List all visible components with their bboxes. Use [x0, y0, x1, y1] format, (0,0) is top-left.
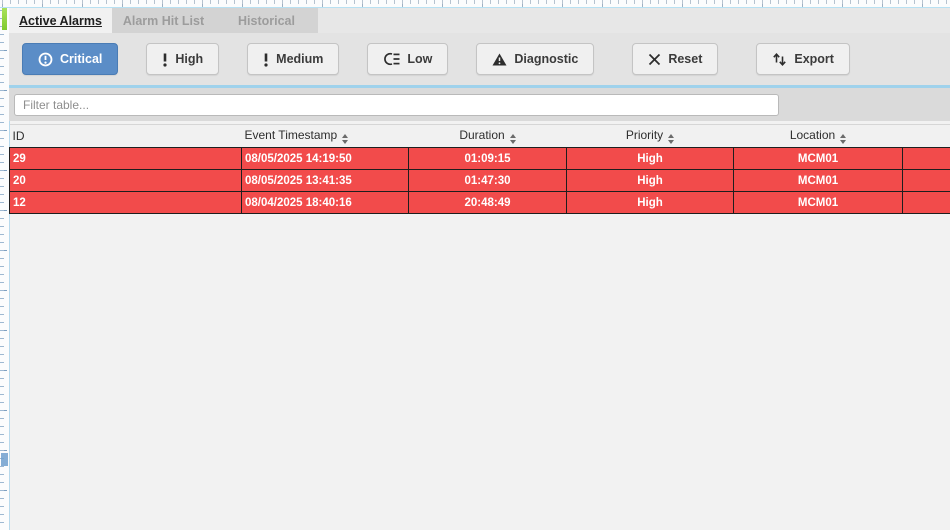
- horizontal-ruler: [0, 0, 950, 8]
- cell-priority: High: [567, 148, 734, 170]
- warning-triangle-icon: [492, 53, 507, 66]
- cell-id: 12: [10, 192, 242, 214]
- cell-duration: 01:09:15: [409, 148, 567, 170]
- column-header-duration[interactable]: Duration: [409, 125, 567, 148]
- cell-timestamp: 08/05/2025 14:19:50: [242, 148, 409, 170]
- close-x-icon: [648, 53, 661, 66]
- cell-priority: High: [567, 170, 734, 192]
- critical-filter-button[interactable]: Critical: [22, 43, 118, 75]
- diagnostic-filter-button[interactable]: Diagnostic: [476, 43, 594, 75]
- main-panel: Active Alarms Alarm Hit List Historical: [9, 8, 950, 530]
- button-label: Low: [407, 52, 432, 66]
- column-label: Duration: [459, 128, 504, 142]
- button-label: High: [175, 52, 203, 66]
- filter-row: [9, 88, 950, 121]
- cell-extra: [903, 148, 950, 170]
- cell-location: MCM01: [734, 170, 903, 192]
- column-header-extra: [903, 125, 950, 148]
- column-header-priority[interactable]: Priority: [567, 125, 734, 148]
- tab-alarm-hit-list[interactable]: Alarm Hit List: [112, 8, 215, 33]
- sort-icon: [840, 134, 846, 144]
- tab-label: Historical: [238, 14, 295, 28]
- cell-duration: 01:47:30: [409, 170, 567, 192]
- low-filter-button[interactable]: Low: [367, 43, 448, 75]
- exclamation-icon: [263, 52, 269, 67]
- cell-location: MCM01: [734, 148, 903, 170]
- cell-extra: [903, 192, 950, 214]
- exclamation-circle-icon: [38, 52, 53, 67]
- cell-duration: 20:48:49: [409, 192, 567, 214]
- column-label: Priority: [626, 128, 663, 142]
- tab-bar: Active Alarms Alarm Hit List Historical: [9, 8, 950, 33]
- column-header-location[interactable]: Location: [734, 125, 903, 148]
- sort-icon: [510, 134, 516, 144]
- filter-table-input[interactable]: [14, 94, 779, 116]
- filter-toolbar: Critical High Medium: [9, 33, 950, 88]
- column-label: Location: [790, 128, 835, 142]
- cell-id: 29: [10, 148, 242, 170]
- cell-id: 20: [10, 170, 242, 192]
- medium-filter-button[interactable]: Medium: [247, 43, 339, 75]
- column-header-id[interactable]: ID: [10, 125, 242, 148]
- exclamation-icon: [162, 52, 168, 67]
- cell-timestamp: 08/04/2025 18:40:16: [242, 192, 409, 214]
- table-header-row: ID Event Timestamp Duration Priority Loc: [10, 125, 950, 148]
- button-label: Export: [794, 52, 834, 66]
- button-label: Critical: [60, 52, 102, 66]
- cell-extra: [903, 170, 950, 192]
- export-button[interactable]: Export: [756, 43, 850, 75]
- tab-historical[interactable]: Historical: [215, 8, 318, 33]
- high-filter-button[interactable]: High: [146, 43, 219, 75]
- button-label: Medium: [276, 52, 323, 66]
- alarm-table: ID Event Timestamp Duration Priority Loc: [9, 124, 950, 214]
- ruler-green-marker: [2, 8, 7, 30]
- column-label: Event Timestamp: [245, 128, 338, 142]
- alarm-screen: Active Alarms Alarm Hit List Historical: [0, 0, 950, 530]
- column-label: ID: [13, 129, 25, 143]
- alarm-row[interactable]: 29 08/05/2025 14:19:50 01:09:15 High MCM…: [10, 148, 950, 170]
- low-priority-list-icon: [383, 52, 400, 66]
- cell-priority: High: [567, 192, 734, 214]
- column-header-event-timestamp[interactable]: Event Timestamp: [242, 125, 409, 148]
- tab-label: Alarm Hit List: [123, 14, 204, 28]
- button-label: Reset: [668, 52, 702, 66]
- cell-location: MCM01: [734, 192, 903, 214]
- ruler-blue-marker: [1, 453, 8, 466]
- tab-active-alarms[interactable]: Active Alarms: [9, 8, 112, 33]
- alarm-row[interactable]: 12 08/04/2025 18:40:16 20:48:49 High MCM…: [10, 192, 950, 214]
- sort-icon: [668, 134, 674, 144]
- cell-timestamp: 08/05/2025 13:41:35: [242, 170, 409, 192]
- alarm-row[interactable]: 20 08/05/2025 13:41:35 01:47:30 High MCM…: [10, 170, 950, 192]
- button-label: Diagnostic: [514, 52, 578, 66]
- reset-button[interactable]: Reset: [632, 43, 718, 75]
- sort-icon: [342, 134, 348, 144]
- up-down-arrows-icon: [772, 52, 787, 67]
- tab-label: Active Alarms: [19, 14, 102, 28]
